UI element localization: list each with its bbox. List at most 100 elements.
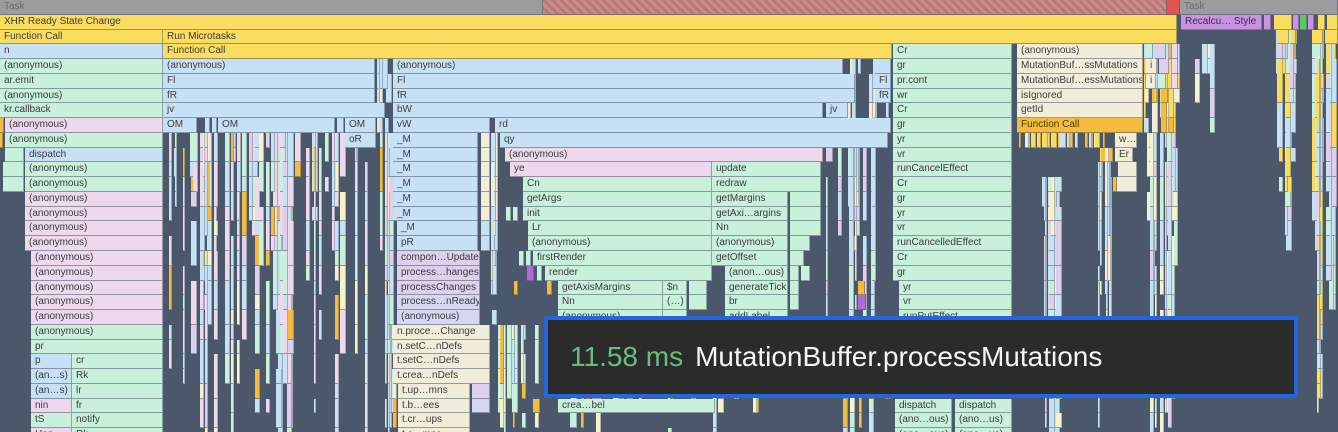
flame-bar-micro[interactable] (521, 325, 524, 354)
flame-bar[interactable]: tS (31, 413, 72, 428)
flame-bar-micro[interactable] (871, 295, 875, 310)
flame-bar[interactable]: (anonymous) (25, 207, 163, 221)
flame-bar-micro[interactable] (1317, 340, 1320, 354)
flame-bar-micro[interactable] (249, 177, 253, 207)
flame-bar-micro[interactable] (365, 354, 368, 384)
flame-bar-micro[interactable] (571, 413, 577, 428)
flame-bar-micro[interactable] (1044, 177, 1046, 221)
flame-bar[interactable]: processChanges (397, 281, 480, 295)
flame-bar-micro[interactable] (319, 266, 322, 295)
flame-bar-micro[interactable] (1056, 177, 1062, 192)
flame-bar[interactable] (1264, 15, 1271, 30)
flame-bar[interactable]: Nn (712, 221, 788, 236)
flame-bar-micro[interactable] (1155, 281, 1157, 295)
flame-bar[interactable]: fr (72, 399, 163, 413)
flame-bar-micro[interactable] (306, 148, 310, 162)
flame-bar-micro[interactable] (319, 192, 322, 221)
flame-bar-micro[interactable] (225, 133, 230, 162)
flame-bar[interactable]: (ano…ous) (895, 413, 952, 428)
flame-bar-micro[interactable] (283, 295, 288, 310)
flame-bar-micro[interactable] (863, 192, 867, 221)
flame-bar-micro[interactable] (872, 251, 876, 266)
flame-bar-micro[interactable] (1145, 89, 1149, 103)
flame-bar-micro[interactable] (242, 192, 247, 236)
flame-bar-micro[interactable] (283, 354, 288, 384)
flame-bar-micro[interactable] (388, 428, 390, 432)
flame-bar-micro[interactable] (494, 251, 496, 266)
flame-bar-micro[interactable] (273, 251, 278, 295)
flame-bar-micro[interactable] (365, 162, 368, 192)
flame-bar-micro[interactable] (843, 428, 848, 432)
flame-bar-micro[interactable] (210, 133, 212, 162)
flame-bar[interactable]: jv (826, 103, 848, 118)
flame-bar-micro[interactable] (237, 266, 240, 281)
flame-bar-micro[interactable] (380, 89, 383, 103)
flame-bar-micro[interactable] (1150, 251, 1154, 281)
flame-bar-micro[interactable] (849, 266, 854, 310)
flame-bar[interactable] (1274, 15, 1292, 30)
flame-bar[interactable]: t.setC…nDefs (393, 354, 490, 369)
flame-bar[interactable] (858, 281, 865, 295)
flame-bar-micro[interactable] (521, 354, 524, 384)
flame-bar-micro[interactable] (1165, 207, 1167, 251)
flame-bar[interactable] (1308, 15, 1314, 30)
flame-bar-micro[interactable] (857, 148, 859, 192)
flame-bar-micro[interactable] (1075, 133, 1078, 148)
flame-bar-micro[interactable] (535, 325, 539, 340)
flame-bar-micro[interactable] (365, 221, 368, 266)
flame-bar-micro[interactable] (193, 162, 198, 192)
flame-bar[interactable]: getMargins (712, 192, 788, 207)
flame-bar-micro[interactable] (365, 295, 368, 340)
flame-bar-micro[interactable] (183, 266, 185, 295)
flame-bar-micro[interactable] (1049, 192, 1055, 221)
flame-bar-micro[interactable] (500, 399, 504, 428)
flame-bar-micro[interactable] (225, 192, 230, 207)
flame-bar-micro[interactable] (365, 340, 368, 354)
flame-bar[interactable]: Run Microtasks (163, 30, 1177, 44)
flame-bar[interactable]: (an…s) (31, 369, 72, 384)
flame-bar[interactable] (481, 133, 490, 148)
flame-bar-micro[interactable] (1286, 118, 1291, 148)
flame-bar-micro[interactable] (266, 281, 270, 325)
flame-bar-micro[interactable] (237, 162, 241, 192)
flame-bar-micro[interactable] (287, 428, 292, 432)
flame-bar[interactable]: t.crea…nDefs (393, 369, 490, 384)
flame-bar-micro[interactable] (200, 325, 204, 340)
flame-bar-micro[interactable] (283, 251, 288, 295)
flame-bar-micro[interactable] (210, 221, 212, 251)
flame-bar[interactable]: ar.emit (0, 74, 163, 89)
flame-bar-micro[interactable] (266, 354, 270, 384)
flame-bar[interactable] (1327, 15, 1338, 30)
flame-bar-micro[interactable] (859, 413, 862, 428)
flame-bar-micro[interactable] (863, 177, 867, 192)
flame-bar-micro[interactable] (191, 221, 197, 266)
flame-bar-micro[interactable] (504, 369, 506, 413)
flame-bar[interactable]: OM (218, 118, 335, 133)
flame-bar[interactable]: dispatch (955, 399, 1012, 413)
flame-bar-micro[interactable] (504, 325, 506, 369)
flame-bar-micro[interactable] (1025, 133, 1029, 148)
flame-bar-micro[interactable] (1334, 295, 1336, 310)
flame-bar[interactable]: i (1146, 74, 1156, 89)
flame-bar-micro[interactable] (210, 162, 212, 207)
flame-bar[interactable] (790, 266, 799, 281)
flame-bar-micro[interactable] (838, 192, 842, 221)
flame-bar[interactable]: (anonymous) (505, 148, 823, 162)
flame-bar[interactable]: cr (72, 354, 163, 369)
flame-bar-micro[interactable] (504, 413, 506, 432)
flame-bar-micro[interactable] (1332, 148, 1337, 177)
flame-bar[interactable]: (ano…us) (955, 413, 1012, 428)
flame-bar-micro[interactable] (1160, 266, 1164, 281)
flame-bar-micro[interactable] (288, 340, 294, 354)
flame-bar-micro[interactable] (340, 192, 346, 221)
flame-bar-micro[interactable] (191, 325, 197, 354)
flame-bar-micro[interactable] (838, 221, 842, 236)
flame-bar[interactable] (858, 295, 866, 310)
flame-bar-micro[interactable] (336, 133, 339, 162)
flame-bar-micro[interactable] (183, 207, 185, 251)
flame-bar-micro[interactable] (335, 384, 339, 399)
flame-bar-micro[interactable] (1061, 133, 1066, 148)
flame-bar-micro[interactable] (214, 251, 218, 281)
flame-bar-micro[interactable] (1160, 133, 1164, 177)
flame-bar-micro[interactable] (1174, 192, 1178, 207)
